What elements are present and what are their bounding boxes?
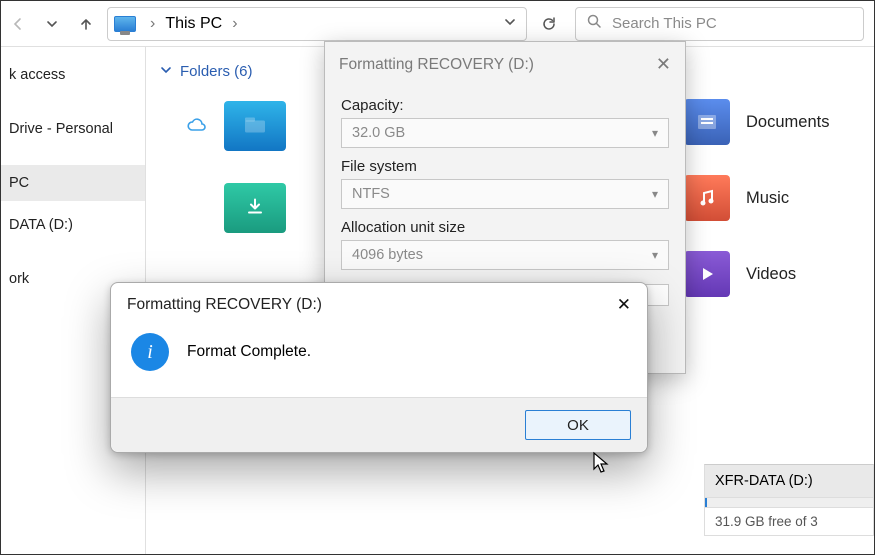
chevron-down-icon: ▾ [652,126,658,140]
allocation-label: Allocation unit size [341,219,669,236]
message-box-title: Formatting RECOVERY (D:) [127,296,322,314]
this-pc-icon [114,16,136,32]
close-icon[interactable]: ✕ [617,295,631,315]
back-button[interactable] [1,6,35,42]
sidebar-item-recovery-drive[interactable]: DATA (D:) [1,201,145,243]
sidebar-item-quick-access[interactable]: k access [1,57,145,93]
allocation-select[interactable]: 4096 bytes ▾ [341,240,669,270]
search-icon [586,13,602,34]
file-system-value: NTFS [352,186,390,202]
music-icon [684,175,730,221]
drive-usage-bar [704,498,874,508]
sidebar-item-this-pc[interactable]: PC [1,165,145,201]
videos-icon [684,251,730,297]
chevron-right-icon: › [232,15,237,33]
chevron-right-icon: › [150,15,155,33]
folder-label: Music [746,189,789,208]
sidebar-item-onedrive[interactable]: Drive - Personal [1,111,145,147]
breadcrumb-location[interactable]: This PC [165,15,222,33]
folder-music[interactable]: Music [684,175,854,221]
ok-button[interactable]: OK [525,410,631,440]
search-input[interactable] [612,15,853,32]
info-icon: i [131,333,169,371]
history-chevron-icon[interactable] [35,6,69,42]
file-system-select[interactable]: NTFS ▾ [341,179,669,209]
folder-icon [224,101,286,151]
drive-name: XFR-DATA (D:) [704,464,874,498]
folder-videos[interactable]: Videos [684,251,854,297]
message-box: Formatting RECOVERY (D:) ✕ i Format Comp… [110,282,648,453]
chevron-down-icon: ▾ [652,248,658,262]
capacity-select[interactable]: 32.0 GB ▾ [341,118,669,148]
format-dialog-title: Formatting RECOVERY (D:) [339,56,534,74]
capacity-value: 32.0 GB [352,125,405,141]
folders-header-label: Folders (6) [180,63,253,80]
address-bar[interactable]: › This PC › [107,7,527,41]
refresh-button[interactable] [533,7,565,41]
allocation-value: 4096 bytes [352,247,423,263]
folder-onedrive[interactable] [186,101,286,151]
chevron-down-icon: ▾ [652,187,658,201]
capacity-label: Capacity: [341,97,669,114]
drive-tile[interactable]: XFR-DATA (D:) 31.9 GB free of 3 [704,464,874,536]
close-icon[interactable]: ✕ [656,54,671,75]
folder-label: Videos [746,265,796,284]
folder-label: Documents [746,113,829,132]
folder-documents[interactable]: Documents [684,99,854,145]
message-box-text: Format Complete. [187,343,311,361]
folder-icon [224,183,286,233]
folder-downloads[interactable] [186,183,286,233]
file-system-label: File system [341,158,669,175]
chevron-down-icon [160,63,172,80]
search-box[interactable] [575,7,864,41]
documents-icon [684,99,730,145]
chevron-down-icon[interactable] [504,15,516,33]
up-button[interactable] [69,6,103,42]
drive-free-label: 31.9 GB free of 3 [704,508,874,536]
cloud-status-icon [186,115,206,138]
